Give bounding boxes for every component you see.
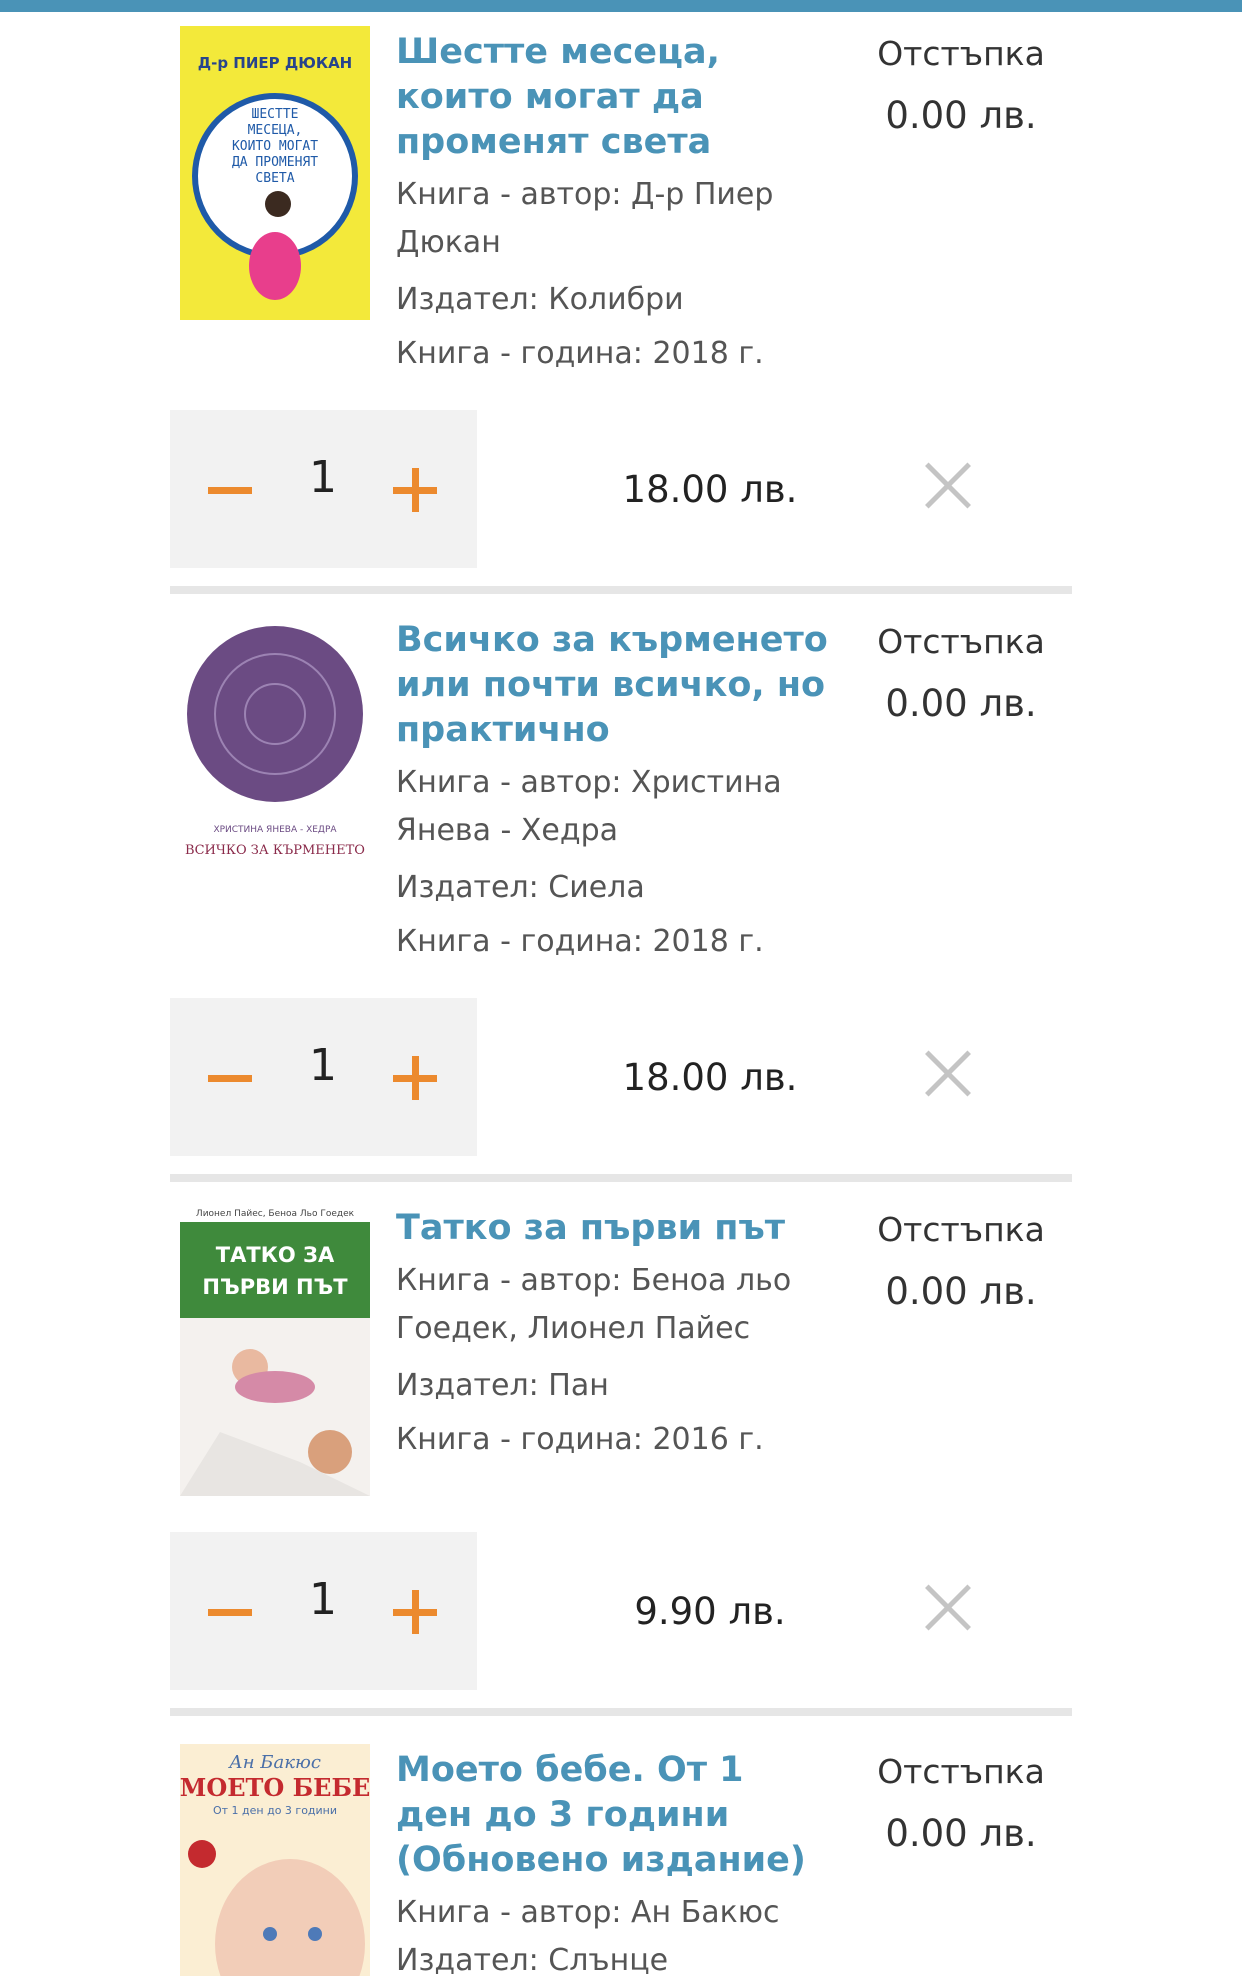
book-title-link[interactable]: Шестте месеца, които могат да променят с… (396, 30, 831, 165)
svg-text:СВЕТА: СВЕТА (255, 171, 294, 186)
cart-item: ХРИСТИНА ЯНЕВА - ХЕДРА ВСИЧКО ЗА КЪРМЕНЕ… (170, 600, 1072, 1188)
decrease-quantity-button[interactable] (200, 1587, 260, 1637)
svg-text:ШЕСТТЕ: ШЕСТТЕ (252, 107, 299, 122)
book-author: Книга - автор: Христина Янева - Хедра (396, 765, 782, 848)
book-title-link[interactable]: Татко за първи път (396, 1206, 831, 1251)
item-divider (170, 1708, 1072, 1716)
increase-quantity-button[interactable] (390, 1053, 440, 1103)
book-year: Книга - година: 2018 г. (396, 924, 764, 959)
discount-label: Отстъпка (877, 1752, 1045, 1791)
quantity-value[interactable]: 1 (293, 452, 353, 503)
discount-label: Отстъпка (877, 34, 1045, 73)
book-publisher: Издател: Слънце (396, 1943, 669, 1976)
svg-text:МОЕТО БЕБЕ: МОЕТО БЕБЕ (180, 1773, 370, 1802)
cover-author: Ан Бакюс (227, 1752, 321, 1773)
svg-text:ДА ПРОМЕНЯТ: ДА ПРОМЕНЯТ (232, 155, 318, 170)
quantity-stepper: 1 (170, 410, 477, 568)
decrease-quantity-button[interactable] (200, 1053, 260, 1103)
discount-label: Отстъпка (877, 1210, 1045, 1249)
item-price: 9.90 лв. (634, 1590, 786, 1633)
book-author: Книга - автор: Ан Бакюс (396, 1895, 780, 1930)
discount-value: 0.00 лв. (885, 1270, 1037, 1313)
item-divider (170, 586, 1072, 594)
svg-text:ВСИЧКО ЗА КЪРМЕНЕТО: ВСИЧКО ЗА КЪРМЕНЕТО (185, 843, 365, 858)
quantity-value[interactable]: 1 (293, 1574, 353, 1625)
item-price: 18.00 лв. (622, 468, 798, 511)
book-title-link[interactable]: Моето бебе. От 1 ден до 3 години (Обнове… (396, 1748, 831, 1883)
discount-value: 0.00 лв. (885, 1812, 1037, 1855)
svg-text:От 1 ден до 3 години: От 1 ден до 3 години (213, 1804, 337, 1817)
cover-author: Лионел Пайес, Беноа Льо Гоедек (196, 1209, 355, 1219)
book-year: Книга - година: 2016 г. (396, 1422, 764, 1457)
top-accent-bar (0, 0, 1242, 12)
book-publisher: Издател: Пан (396, 1368, 609, 1403)
cover-author: Д-р ПИЕР ДЮКАН (198, 54, 353, 72)
cart-item: Лионел Пайес, Беноа Льо Гоедек ТАТКО ЗА … (170, 1188, 1072, 1776)
discount-label: Отстъпка (877, 622, 1045, 661)
svg-text:КОИТО МОГАТ: КОИТО МОГАТ (232, 139, 318, 154)
remove-item-icon[interactable] (922, 1582, 974, 1634)
discount-value: 0.00 лв. (885, 94, 1037, 137)
increase-quantity-button[interactable] (390, 1587, 440, 1637)
book-cover-image[interactable]: Лионел Пайес, Беноа Льо Гоедек ТАТКО ЗА … (180, 1202, 370, 1496)
quantity-value[interactable]: 1 (293, 1040, 353, 1091)
item-divider (170, 1174, 1072, 1182)
svg-text:ТАТКО ЗА: ТАТКО ЗА (216, 1243, 335, 1267)
discount-value: 0.00 лв. (885, 682, 1037, 725)
book-author: Книга - автор: Беноа льо Гоедек, Лионел … (396, 1263, 792, 1346)
book-publisher: Издател: Колибри (396, 282, 684, 317)
cart-item: Ан Бакюс МОЕТО БЕБЕ От 1 ден до 3 години… (170, 1730, 1072, 1976)
remove-item-icon[interactable] (922, 1048, 974, 1100)
book-author: Книга - автор: Д-р Пиер Дюкан (396, 177, 774, 260)
book-title-link[interactable]: Всичко за кърменето или почти всичко, но… (396, 618, 831, 753)
book-cover-image[interactable]: ХРИСТИНА ЯНЕВА - ХЕДРА ВСИЧКО ЗА КЪРМЕНЕ… (180, 614, 370, 908)
book-cover-image[interactable]: Ан Бакюс МОЕТО БЕБЕ От 1 ден до 3 години (180, 1744, 370, 1976)
quantity-stepper: 1 (170, 998, 477, 1156)
quantity-stepper: 1 (170, 1532, 477, 1690)
book-cover-image[interactable]: Д-р ПИЕР ДЮКАН ШЕСТТЕ МЕСЕЦА, КОИТО МОГА… (180, 26, 370, 320)
cover-author: ХРИСТИНА ЯНЕВА - ХЕДРА (213, 825, 337, 835)
cart-item: Д-р ПИЕР ДЮКАН ШЕСТТЕ МЕСЕЦА, КОИТО МОГА… (170, 12, 1072, 600)
decrease-quantity-button[interactable] (200, 465, 260, 515)
increase-quantity-button[interactable] (390, 465, 440, 515)
svg-text:МЕСЕЦА,: МЕСЕЦА, (248, 123, 303, 138)
svg-text:ПЪРВИ ПЪТ: ПЪРВИ ПЪТ (202, 1275, 348, 1299)
book-year: Книга - година: 2018 г. (396, 336, 764, 371)
remove-item-icon[interactable] (922, 460, 974, 512)
book-publisher: Издател: Сиела (396, 870, 645, 905)
item-price: 18.00 лв. (622, 1056, 798, 1099)
